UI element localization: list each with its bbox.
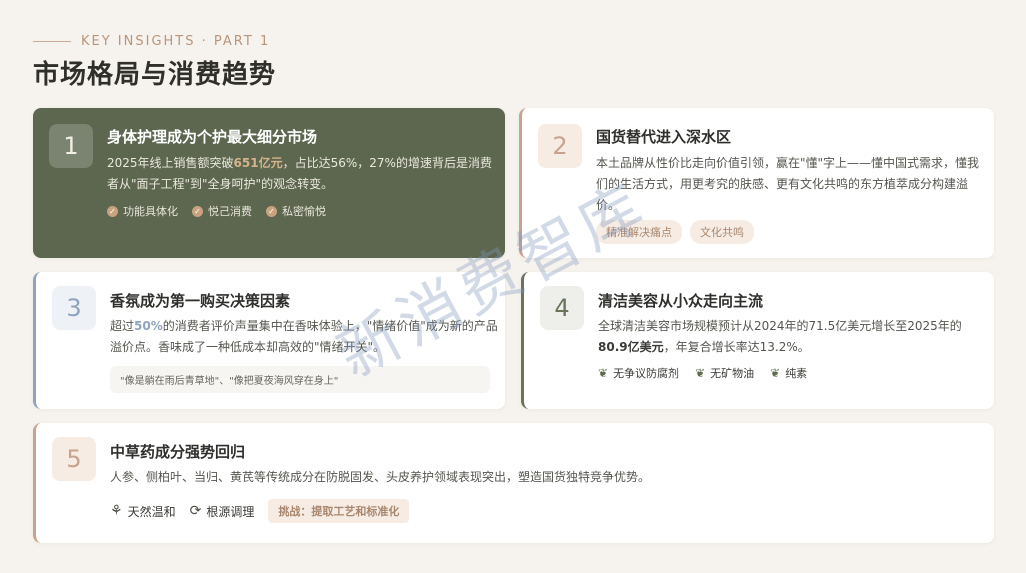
insight-card-2: 2 国货替代进入深水区 本土品牌从性价比走向价值引领，赢在"懂"字上——懂中国式… <box>519 108 994 258</box>
card-number: 4 <box>540 286 584 330</box>
tag-item: ✓ 私密愉悦 <box>266 203 326 219</box>
leaf-icon: ❦ <box>770 366 781 380</box>
tag-item: ✓ 功能具体化 <box>107 203 178 219</box>
leaf-icon: ❦ <box>695 366 706 380</box>
insight-card-1: 1 身体护理成为个护最大细分市场 2025年线上销售额突破651亿元，占比达56… <box>33 108 505 258</box>
card-title: 香氛成为第一购买决策因素 <box>110 292 291 310</box>
sprout-icon: ⚘ <box>110 503 123 519</box>
card-number: 2 <box>538 124 582 168</box>
card-body: 本土品牌从性价比走向价值引领，赢在"懂"字上——懂中国式需求，懂我们的生活方式，… <box>596 156 980 212</box>
check-icon: ✓ <box>107 205 118 217</box>
highlight-value: 651亿元 <box>233 156 283 170</box>
tag-item: ⚘ 天然温和 <box>110 503 176 519</box>
eyebrow-rule <box>33 41 71 42</box>
highlight-value: 50% <box>134 319 163 333</box>
tag-pill: 精准解决痛点 <box>596 220 682 244</box>
card-body: 超过50%的消费者评价声量集中在香味体验上，"情绪价值"成为新的产品溢价点。香味… <box>110 319 498 354</box>
leaf-icon: ❦ <box>598 366 609 380</box>
tag-item: ⟳ 根源调理 <box>189 503 255 519</box>
card-body: 全球清洁美容市场规模预计从2024年的71.5亿美元增长至2025年的80.9亿… <box>598 319 962 354</box>
card-title: 身体护理成为个护最大细分市场 <box>107 128 318 146</box>
page-title: 市场格局与消费趋势 <box>33 60 277 90</box>
challenge-pill: 挑战：提取工艺和标准化 <box>268 499 410 523</box>
tag-list: ✓ 功能具体化 ✓ 悦己消费 ✓ 私密愉悦 <box>107 203 326 219</box>
tag-item: ❦ 无矿物油 <box>695 366 755 380</box>
check-icon: ✓ <box>192 205 203 217</box>
insight-card-3: 3 香氛成为第一购买决策因素 超过50%的消费者评价声量集中在香味体验上，"情绪… <box>33 272 505 409</box>
card-number: 1 <box>49 124 93 168</box>
quote-box: "像是躺在雨后青草地"、"像把夏夜海风穿在身上" <box>110 366 490 393</box>
insight-card-4: 4 清洁美容从小众走向主流 全球清洁美容市场规模预计从2024年的71.5亿美元… <box>521 272 994 409</box>
card-title: 清洁美容从小众走向主流 <box>598 292 764 310</box>
eyebrow-text: KEY INSIGHTS · PART 1 <box>81 34 271 49</box>
card-title: 国货替代进入深水区 <box>596 128 732 146</box>
highlight-value: 80.9亿美元 <box>598 340 664 354</box>
card-title: 中草药成分强势回归 <box>110 443 246 461</box>
refresh-icon: ⟳ <box>189 503 202 519</box>
tag-list: ⚘ 天然温和 ⟳ 根源调理 挑战：提取工艺和标准化 <box>110 499 410 523</box>
tag-list: ❦ 无争议防腐剂 ❦ 无矿物油 ❦ 纯素 <box>598 365 807 381</box>
card-body: 2025年线上销售额突破651亿元，占比达56%，27%的增速背后是消费者从"面… <box>107 156 492 191</box>
tag-item: ❦ 纯素 <box>770 366 808 380</box>
pill-list: 精准解决痛点 文化共鸣 <box>596 220 754 244</box>
check-icon: ✓ <box>266 205 277 217</box>
section-eyebrow: KEY INSIGHTS · PART 1 <box>33 34 270 49</box>
card-number: 3 <box>52 286 96 330</box>
insight-card-5: 5 中草药成分强势回归 人参、侧柏叶、当归、黄芪等传统成分在防脱固发、头皮养护领… <box>33 423 994 543</box>
tag-item: ✓ 悦己消费 <box>192 203 252 219</box>
tag-pill: 文化共鸣 <box>690 220 754 244</box>
card-number: 5 <box>52 437 96 481</box>
card-body: 人参、侧柏叶、当归、黄芪等传统成分在防脱固发、头皮养护领域表现突出，塑造国货独特… <box>110 470 651 484</box>
tag-item: ❦ 无争议防腐剂 <box>598 366 680 380</box>
